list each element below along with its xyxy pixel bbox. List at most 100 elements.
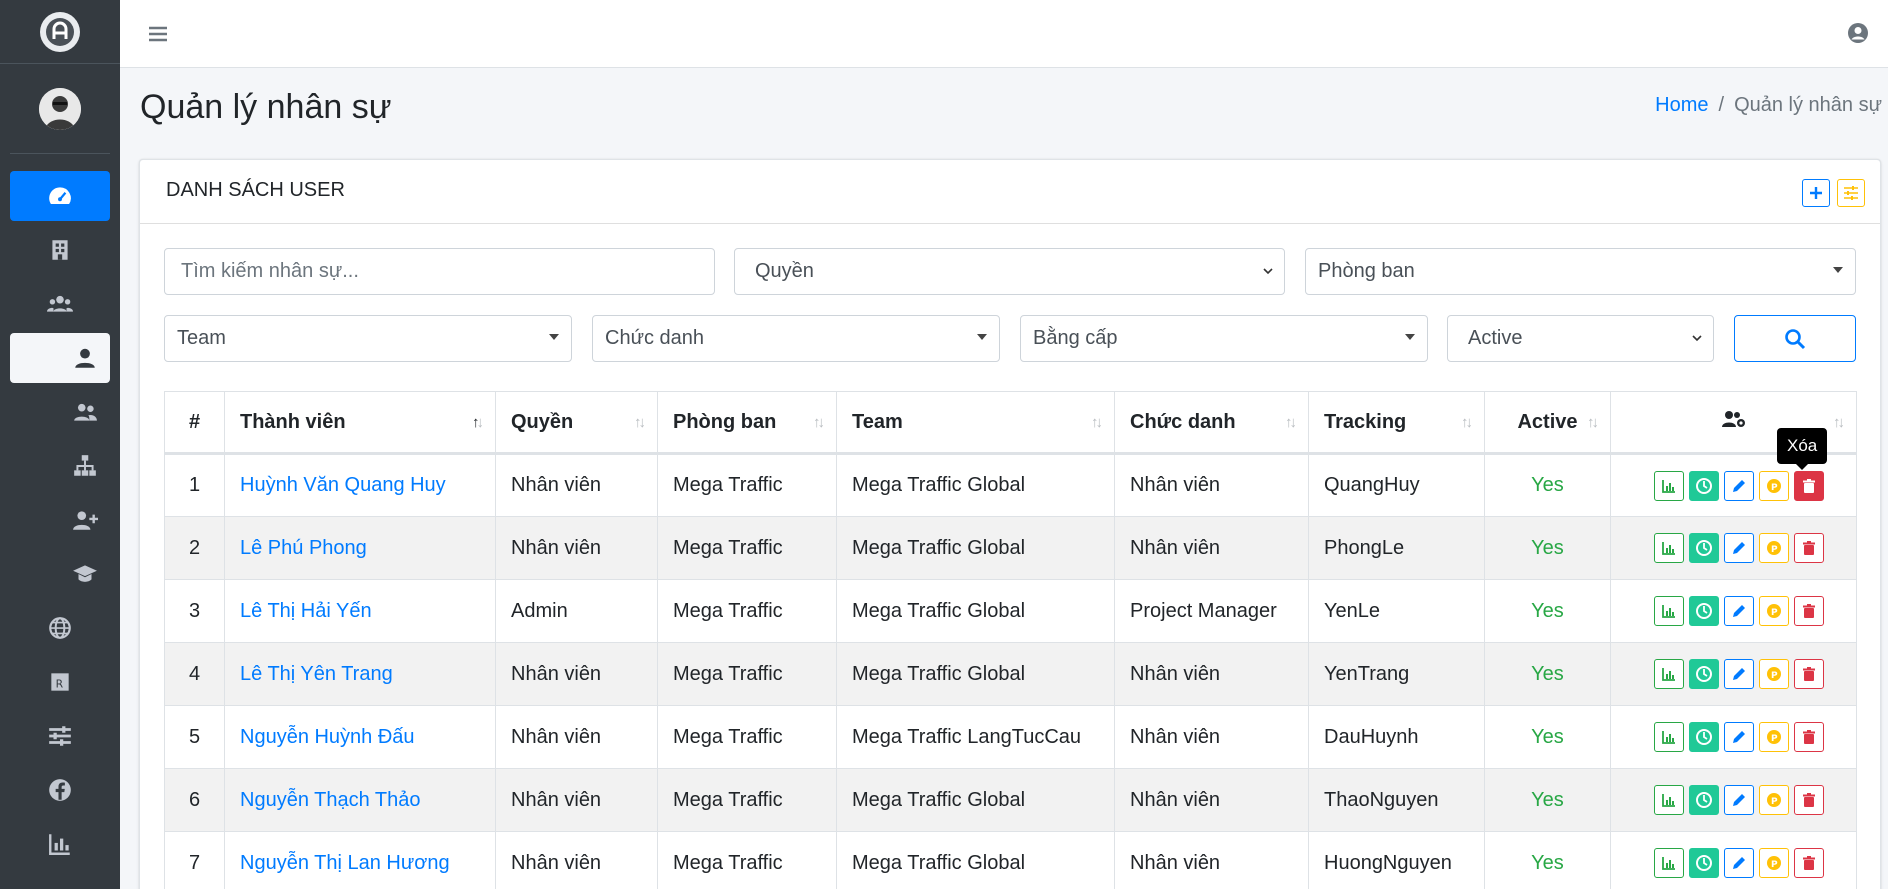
title-cell: Nhân viên [1114, 705, 1309, 769]
edit-button[interactable] [1723, 848, 1754, 878]
edit-button[interactable] [1723, 596, 1754, 626]
member-name-link[interactable]: Nguyễn Thạch Thảo [224, 768, 496, 832]
user-circle-icon[interactable] [1846, 21, 1870, 45]
edit-button[interactable] [1723, 785, 1754, 815]
sidebar-item-reports[interactable] [10, 819, 110, 869]
column-header-role[interactable]: Quyền ↑↓ [495, 391, 658, 455]
sidebar-item-degree[interactable] [10, 549, 110, 599]
plus-icon [1810, 187, 1822, 199]
member-name-link[interactable]: Lê Thị Hải Yến [224, 579, 496, 643]
sidebar-item-registered[interactable]: R [10, 657, 110, 707]
edit-button[interactable] [1723, 722, 1754, 752]
stats-button[interactable] [1653, 659, 1684, 689]
coin-icon: P [1766, 730, 1781, 744]
edit-icon [1732, 542, 1745, 554]
member-name-link[interactable]: Lê Thị Yên Trang [224, 642, 496, 706]
points-button[interactable]: P [1758, 659, 1789, 689]
column-header-title[interactable]: Chức danh ↑↓ [1114, 391, 1309, 455]
search-input[interactable]: Tìm kiếm nhân sự... [164, 248, 715, 295]
history-button[interactable] [1688, 785, 1719, 815]
breadcrumb-current: Quản lý nhân sự [1734, 94, 1882, 116]
points-button[interactable]: P [1758, 533, 1789, 563]
history-button[interactable] [1688, 848, 1719, 878]
sidebar-item-company[interactable] [10, 225, 110, 275]
chart-icon [1661, 479, 1675, 493]
sidebar-item-structure[interactable] [10, 441, 110, 491]
points-button[interactable]: P [1758, 785, 1789, 815]
delete-button[interactable] [1793, 659, 1824, 689]
stats-button[interactable] [1653, 470, 1684, 501]
delete-button[interactable] [1793, 470, 1824, 501]
sidebar-item-global[interactable] [10, 603, 110, 653]
row-index: 3 [164, 579, 225, 643]
chart-icon [1661, 668, 1675, 681]
svg-text:P: P [1771, 483, 1778, 493]
points-button[interactable]: P [1758, 722, 1789, 752]
breadcrumb-home-link[interactable]: Home [1655, 94, 1708, 116]
history-button[interactable] [1688, 659, 1719, 689]
points-button[interactable]: P [1758, 470, 1789, 501]
history-button[interactable] [1688, 470, 1719, 501]
column-header-active[interactable]: Active ↑↓ [1484, 391, 1611, 455]
role-cell: Admin [495, 579, 658, 643]
department-cell: Mega Traffic [657, 768, 837, 832]
active-cell: Yes [1484, 453, 1611, 517]
stats-button[interactable] [1653, 722, 1684, 752]
edit-button[interactable] [1723, 470, 1754, 501]
degree-select[interactable]: Bằng cấp [1020, 315, 1428, 362]
position-select[interactable]: Chức danh [592, 315, 1000, 362]
stats-button[interactable] [1653, 848, 1684, 878]
sidebar-item-user-groups[interactable] [10, 387, 110, 437]
sidebar-item-dashboard[interactable] [10, 171, 110, 221]
filter-toggle-button[interactable] [1837, 179, 1865, 207]
column-header-department[interactable]: Phòng ban ↑↓ [657, 391, 837, 455]
team-cell: Mega Traffic Global [836, 516, 1115, 580]
member-name-link[interactable]: Nguyễn Huỳnh Đấu [224, 705, 496, 769]
sidebar-item-users[interactable] [10, 333, 110, 383]
search-button[interactable] [1734, 315, 1856, 362]
edit-button[interactable] [1723, 533, 1754, 563]
column-header-team[interactable]: Team ↑↓ [836, 391, 1115, 455]
member-name-link[interactable]: Lê Phú Phong [224, 516, 496, 580]
points-button[interactable]: P [1758, 848, 1789, 878]
history-button[interactable] [1688, 722, 1719, 752]
menu-toggle-icon[interactable] [146, 22, 170, 46]
member-name-link[interactable]: Nguyễn Thị Lan Hương [224, 831, 496, 889]
delete-button[interactable] [1793, 533, 1824, 563]
history-button[interactable] [1688, 596, 1719, 626]
sidebar-item-facebook[interactable] [10, 765, 110, 815]
table-row: 6 Nguyễn Thạch Thảo Nhân viên Mega Traff… [164, 768, 1857, 832]
role-select[interactable]: Quyền [734, 248, 1285, 295]
title-cell: Nhân viên [1114, 642, 1309, 706]
member-name-link[interactable]: Huỳnh Văn Quang Huy [224, 453, 496, 517]
dashboard-icon [49, 187, 71, 205]
add-user-button[interactable] [1802, 179, 1830, 207]
stats-button[interactable] [1653, 596, 1684, 626]
edit-button[interactable] [1723, 659, 1754, 689]
edit-icon [1732, 479, 1745, 492]
edit-icon [1732, 668, 1745, 680]
delete-button[interactable] [1793, 785, 1824, 815]
delete-button[interactable] [1793, 596, 1824, 626]
points-button[interactable]: P [1758, 596, 1789, 626]
history-button[interactable] [1688, 533, 1719, 563]
stats-button[interactable] [1653, 533, 1684, 563]
sidebar-item-add-user[interactable] [10, 495, 110, 545]
team-select[interactable]: Team [164, 315, 572, 362]
delete-button[interactable] [1793, 722, 1824, 752]
svg-text:P: P [1771, 860, 1778, 870]
delete-button[interactable] [1793, 848, 1824, 878]
registered-icon: R [51, 673, 69, 691]
sidebar-item-groups[interactable] [10, 279, 110, 329]
column-header-tracking[interactable]: Tracking ↑↓ [1308, 391, 1485, 455]
tracking-cell: QuangHuy [1308, 453, 1485, 517]
active-select[interactable]: Active [1447, 315, 1714, 362]
department-select[interactable]: Phòng ban [1305, 248, 1856, 295]
edit-icon [1732, 857, 1745, 869]
stats-button[interactable] [1653, 785, 1684, 815]
app-logo-icon [40, 11, 80, 52]
column-header-member[interactable]: Thành viên ↑↓ [224, 391, 496, 455]
avatar[interactable] [39, 87, 81, 130]
brand[interactable] [0, 0, 120, 64]
sidebar-item-settings[interactable] [10, 711, 110, 761]
